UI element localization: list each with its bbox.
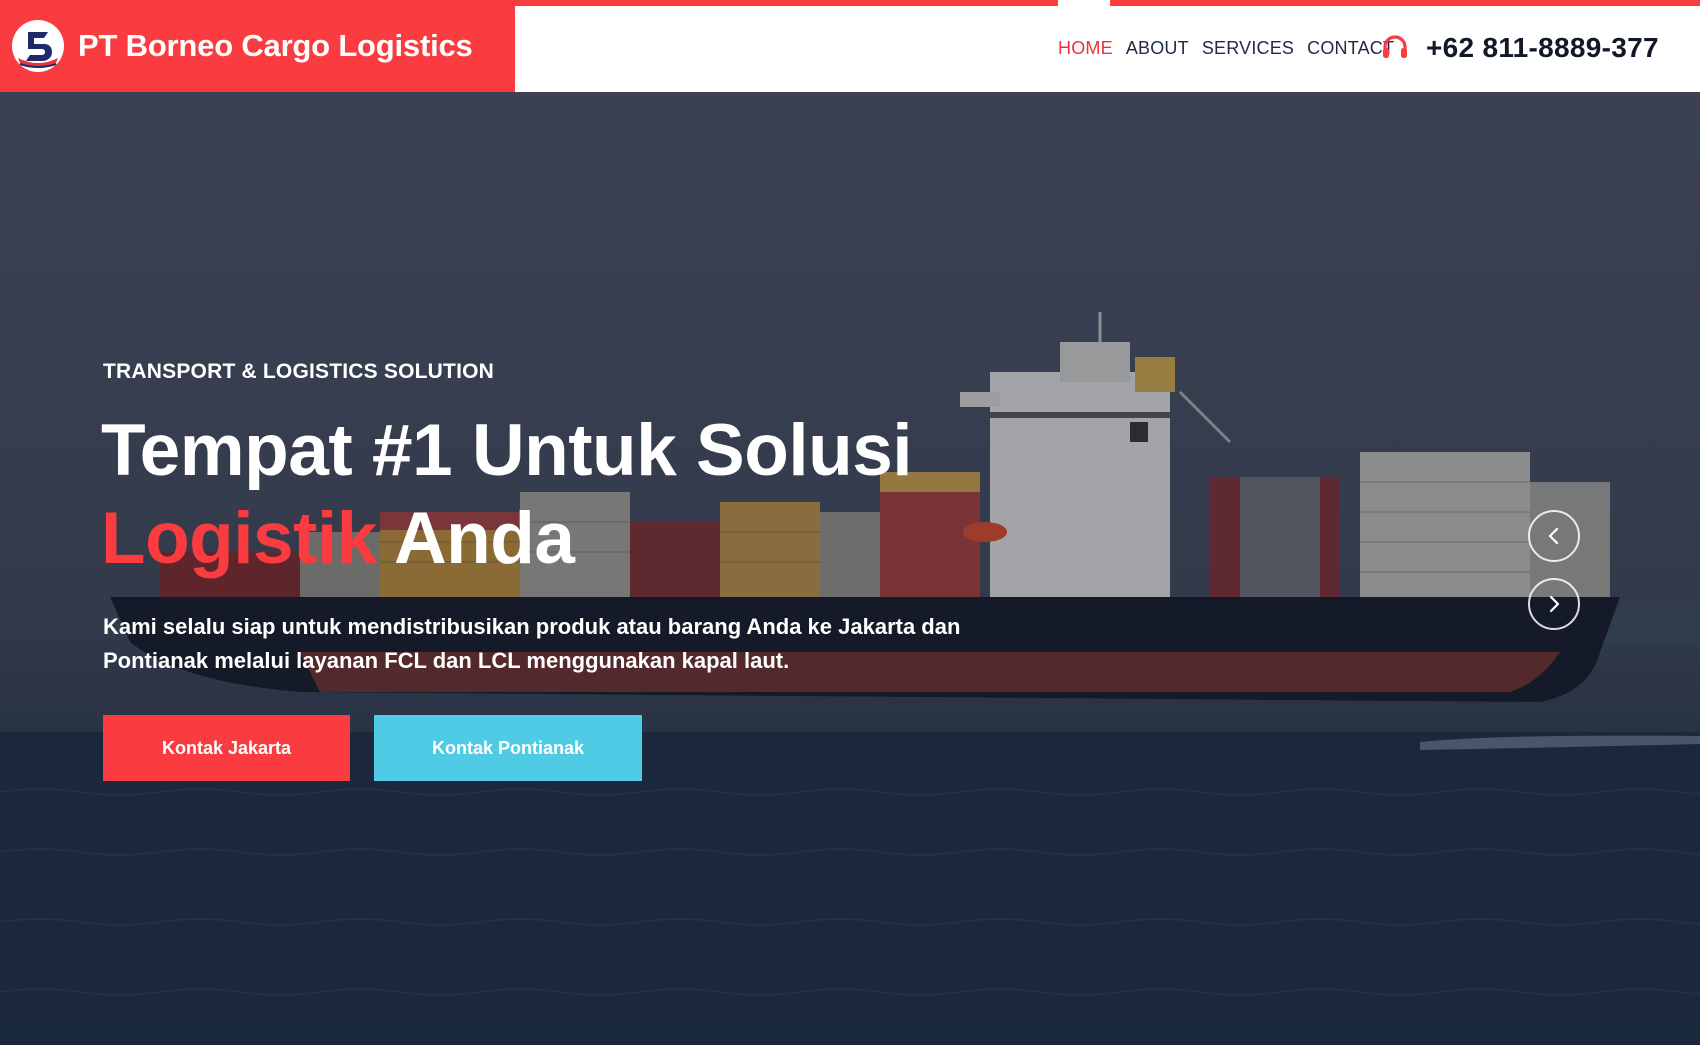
slider-prev-button[interactable]	[1528, 510, 1580, 562]
phone-contact[interactable]: +62 811-8889-377	[1380, 30, 1659, 66]
nav-services[interactable]: SERVICES	[1202, 38, 1294, 59]
phone-number: +62 811-8889-377	[1426, 32, 1659, 63]
hero-title-accent: Logistik	[101, 498, 377, 579]
slider-next-button[interactable]	[1528, 578, 1580, 630]
top-accent-stripe	[1110, 0, 1700, 6]
site-header: PT Borneo Cargo Logistics HOME ABOUT SER…	[0, 0, 1700, 92]
hero-title-rest: Anda	[393, 498, 575, 579]
main-nav: HOME ABOUT SERVICES CONTACT	[1058, 36, 1407, 60]
hero-title: Tempat #1 Untuk Solusi Logistik Anda	[101, 407, 1101, 583]
brand-logo-link[interactable]: PT Borneo Cargo Logistics	[0, 0, 515, 92]
nav-home[interactable]: HOME	[1058, 38, 1113, 59]
nav-about[interactable]: ABOUT	[1126, 38, 1189, 59]
top-accent-stripe	[515, 0, 1058, 6]
hero-title-line1: Tempat #1 Untuk Solusi	[101, 410, 913, 491]
hero-description: Kami selalu siap untuk mendistribusikan …	[103, 614, 961, 673]
hero-slider: TRANSPORT & LOGISTICS SOLUTION Tempat #1…	[0, 92, 1700, 1045]
ship-logo-icon	[12, 20, 64, 72]
hero-kicker: TRANSPORT & LOGISTICS SOLUTION	[103, 360, 495, 383]
headset-icon	[1383, 35, 1407, 58]
kontak-jakarta-button[interactable]: Kontak Jakarta	[103, 715, 350, 781]
chevron-left-icon	[1548, 527, 1559, 545]
brand-name: PT Borneo Cargo Logistics	[78, 28, 473, 63]
chevron-right-icon	[1549, 595, 1560, 613]
kontak-pontianak-button[interactable]: Kontak Pontianak	[374, 715, 642, 781]
